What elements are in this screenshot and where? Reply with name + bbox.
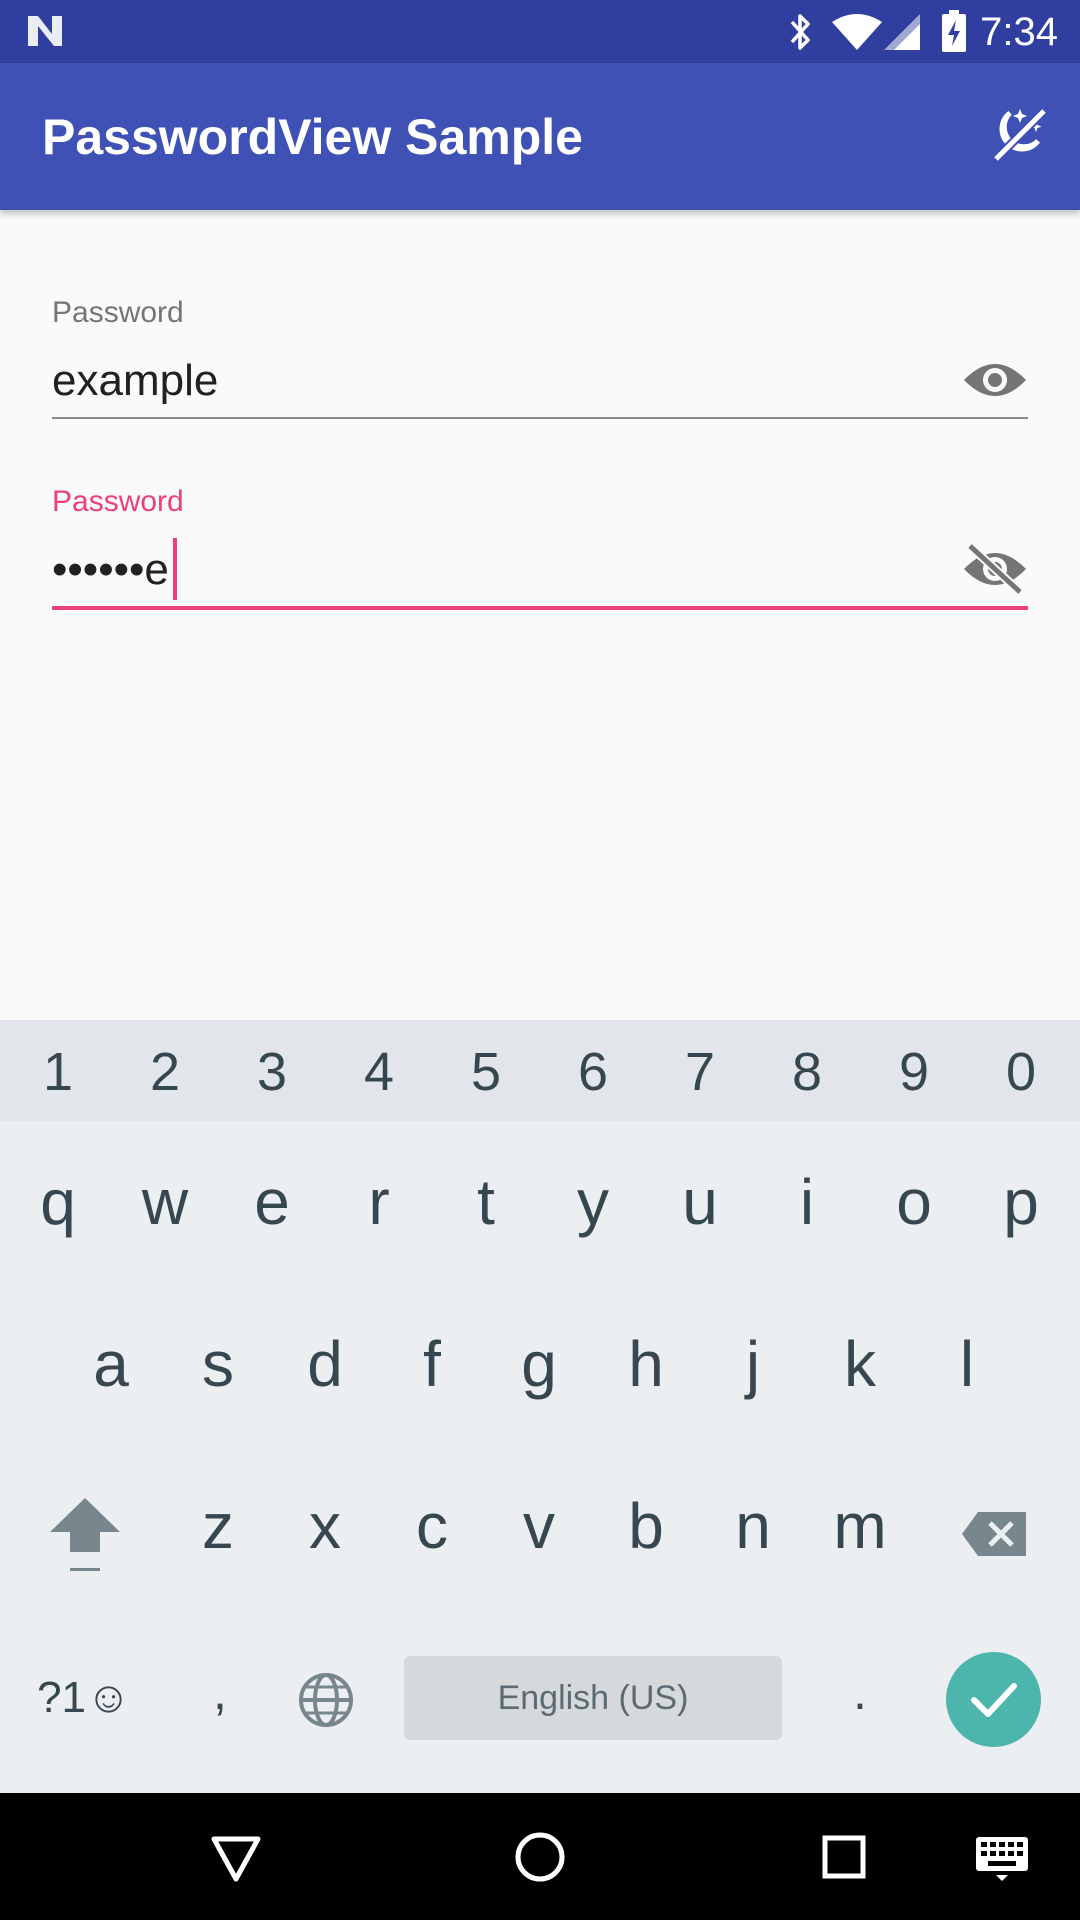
key-r[interactable]: r: [325, 1166, 433, 1238]
space-bar[interactable]: English (US): [404, 1656, 782, 1740]
key-7[interactable]: 7: [646, 1042, 754, 1102]
number-row: 1 2 3 4 5 6 7 8 9 0: [0, 1020, 1080, 1121]
backspace-icon: [962, 1512, 1026, 1556]
key-y[interactable]: y: [539, 1166, 647, 1238]
status-bar: 7:34: [0, 0, 1080, 63]
wifi-icon: [832, 14, 882, 50]
password-label-1: Password: [52, 296, 184, 329]
key-1[interactable]: 1: [4, 1042, 112, 1102]
bluetooth-icon: [790, 14, 810, 50]
status-time: 7:34: [980, 10, 1058, 54]
symbols-key[interactable]: ?1☺: [24, 1670, 144, 1726]
key-v[interactable]: v: [485, 1490, 593, 1562]
key-n[interactable]: n: [699, 1490, 807, 1562]
key-g[interactable]: g: [485, 1328, 593, 1400]
navigation-bar: [0, 1793, 1080, 1920]
home-icon: [515, 1832, 565, 1882]
key-a[interactable]: a: [57, 1328, 165, 1400]
shift-icon: [50, 1498, 120, 1571]
eye-icon: [964, 364, 1026, 396]
signal-icon: [884, 14, 920, 50]
password-input-1[interactable]: example: [52, 355, 218, 407]
key-0[interactable]: 0: [967, 1042, 1075, 1102]
back-button[interactable]: [206, 1827, 266, 1887]
period-key[interactable]: .: [815, 1662, 905, 1722]
soft-keyboard: 1 2 3 4 5 6 7 8 9 0 q w e r t y u i o p …: [0, 1020, 1080, 1793]
key-p[interactable]: p: [967, 1166, 1075, 1238]
theme-toggle-icon: [992, 107, 1048, 163]
shift-key[interactable]: [40, 1490, 130, 1580]
language-key[interactable]: [296, 1670, 356, 1730]
key-z[interactable]: z: [164, 1490, 272, 1562]
key-k[interactable]: k: [806, 1328, 914, 1400]
globe-icon: [299, 1673, 353, 1727]
key-5[interactable]: 5: [432, 1042, 540, 1102]
enter-key[interactable]: [946, 1652, 1041, 1747]
key-2[interactable]: 2: [111, 1042, 219, 1102]
text-cursor: [173, 538, 177, 600]
key-q[interactable]: q: [4, 1166, 112, 1238]
password-underline-2: [52, 606, 1028, 610]
keyboard-switch-button[interactable]: [972, 1831, 1032, 1883]
key-3[interactable]: 3: [218, 1042, 326, 1102]
password-visibility-toggle-2[interactable]: [962, 542, 1028, 596]
key-i[interactable]: i: [753, 1166, 861, 1238]
key-l[interactable]: l: [913, 1328, 1021, 1400]
key-4[interactable]: 4: [325, 1042, 433, 1102]
password-visibility-toggle-1[interactable]: [962, 355, 1028, 405]
backspace-key[interactable]: [960, 1504, 1030, 1564]
app-title: PasswordView Sample: [42, 109, 583, 165]
app-bar: PasswordView Sample: [0, 63, 1080, 210]
key-o[interactable]: o: [860, 1166, 968, 1238]
eye-off-icon: [964, 542, 1026, 596]
key-6[interactable]: 6: [539, 1042, 647, 1102]
key-b[interactable]: b: [592, 1490, 700, 1562]
key-j[interactable]: j: [699, 1328, 807, 1400]
battery-charging-icon: [942, 10, 966, 52]
password-underline-1: [52, 417, 1028, 419]
password-label-2: Password: [52, 485, 184, 518]
theme-toggle-button[interactable]: [988, 103, 1050, 165]
comma-key[interactable]: ,: [175, 1662, 265, 1722]
key-m[interactable]: m: [806, 1490, 914, 1562]
notification-n-icon: [28, 16, 62, 46]
key-8[interactable]: 8: [753, 1042, 861, 1102]
enter-check-icon: [971, 1683, 1017, 1717]
key-9[interactable]: 9: [860, 1042, 968, 1102]
key-d[interactable]: d: [271, 1328, 379, 1400]
back-icon: [211, 1836, 261, 1882]
recents-button[interactable]: [814, 1827, 874, 1887]
key-w[interactable]: w: [111, 1166, 219, 1238]
password-input-2[interactable]: ••••••e: [52, 544, 169, 596]
recents-icon: [822, 1835, 866, 1879]
key-e[interactable]: e: [218, 1166, 326, 1238]
key-f[interactable]: f: [378, 1328, 486, 1400]
key-h[interactable]: h: [592, 1328, 700, 1400]
key-c[interactable]: c: [378, 1490, 486, 1562]
key-s[interactable]: s: [164, 1328, 272, 1400]
key-x[interactable]: x: [271, 1490, 379, 1562]
home-button[interactable]: [510, 1827, 570, 1887]
key-u[interactable]: u: [646, 1166, 754, 1238]
keyboard-switch-icon: [976, 1837, 1028, 1881]
key-t[interactable]: t: [432, 1166, 540, 1238]
